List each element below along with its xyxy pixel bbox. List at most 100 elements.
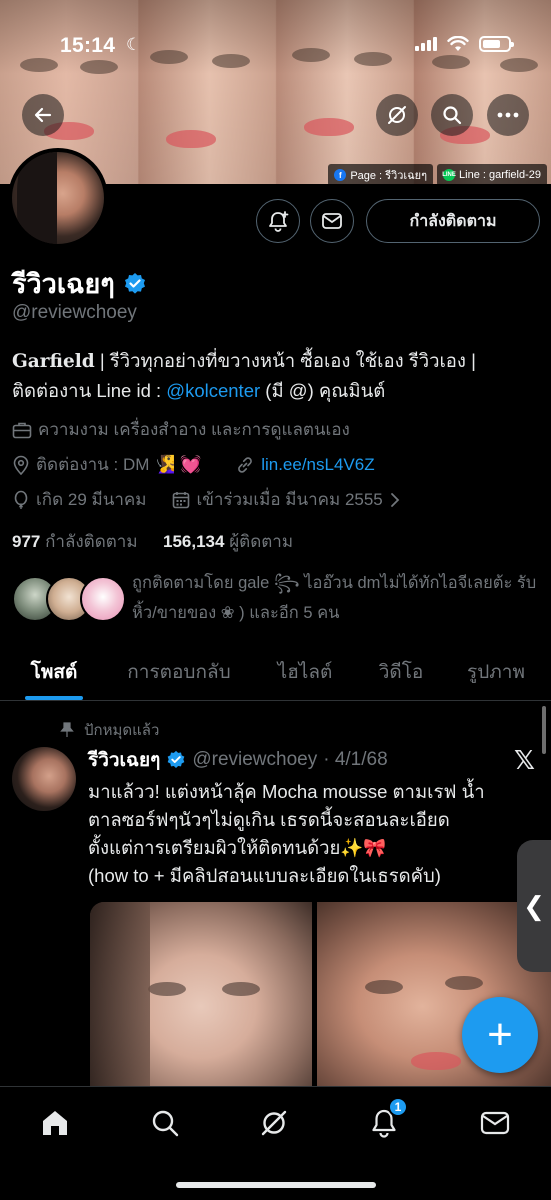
following-button[interactable]: กำลังติดตาม <box>366 199 540 243</box>
post-text-line: ตาลซอร์ฟๆนัวๆไม่ดูเกิน เธรดนี้จะสอนละเอี… <box>88 809 450 830</box>
bio-line-1: Garfield | รีวิวทุกอย่างที่ขวางหน้า ซื้อ… <box>12 346 542 376</box>
status-icons <box>415 36 514 52</box>
tab-highlights[interactable]: ไฮไลต์ <box>250 645 360 700</box>
link-icon <box>238 456 253 473</box>
post-author-name[interactable]: รีวิวเฉยๆ <box>88 745 160 775</box>
home-indicator[interactable] <box>176 1182 376 1188</box>
post-author-avatar[interactable] <box>12 747 76 811</box>
joined-text: เข้าร่วมเมื่อ มีนาคม 2555 <box>196 490 383 509</box>
category-text: ความงาม เครื่องสำอาง และการดูแลตนเอง <box>38 420 350 439</box>
tab-videos[interactable]: วิดีโอ <box>360 645 442 700</box>
banner-photo-detail <box>150 50 188 64</box>
profile-bio: Garfield | รีวิวทุกอย่างที่ขวางหน้า ซื้อ… <box>12 346 542 405</box>
search-icon <box>152 1110 179 1137</box>
bio-mention-link[interactable]: @kolcenter <box>166 380 260 401</box>
more-icon <box>497 112 519 118</box>
line-icon: LINE <box>442 169 456 181</box>
notify-button[interactable] <box>256 199 300 243</box>
back-button[interactable] <box>22 94 64 136</box>
post-image-1[interactable] <box>90 902 312 1092</box>
post-text-line: (how to + มีคลิปสอนแบบละเอียดในเธรดคับ) <box>88 865 441 886</box>
pinned-text: ปักหมุดแล้ว <box>84 722 160 739</box>
bio-name: Garfield <box>12 351 95 372</box>
banner-photo-detail <box>20 58 58 72</box>
banner-photo-detail <box>432 55 470 69</box>
post-text-line: ตั้งแต่การเตรียมผิวให้ติดทนด้วย✨🎀 <box>88 837 387 858</box>
verified-badge-icon <box>124 272 145 294</box>
profile-category: ความงาม เครื่องสำอาง และการดูแลตนเอง <box>12 416 350 443</box>
profile-handle: @reviewchoey <box>12 302 137 323</box>
followed-by-text: ถูกติดตามโดย gale ꧂ ไออ๊วน dmไม่ได้ทักไอ… <box>132 574 537 622</box>
nav-grok[interactable] <box>254 1103 294 1143</box>
scrollbar[interactable] <box>542 706 546 754</box>
image-detail <box>411 1052 461 1070</box>
tab-posts[interactable]: โพสต์ <box>0 645 108 700</box>
nav-home[interactable] <box>35 1103 75 1143</box>
pinned-label: ปักหมุดแล้ว <box>60 718 159 742</box>
arrow-left-icon <box>34 107 52 123</box>
tab-media[interactable]: รูปภาพ <box>442 645 550 700</box>
banner-photo-detail <box>292 48 330 62</box>
banner-tags: f Page : รีวิวเฉยๆ LINE Line : garfield-… <box>328 164 547 184</box>
follow-counts: 977 กำลังติดตาม 156,134 ผู้ติดตาม <box>12 528 293 555</box>
home-icon <box>43 1111 67 1135</box>
bio-text-2: ติดต่องาน Line id : <box>12 380 167 401</box>
bio-text-3: (มี @) คุณมินต์ <box>260 380 386 401</box>
follower-avatar <box>80 576 126 622</box>
wifi-icon <box>447 36 469 51</box>
following-label: กำลังติดตาม <box>45 532 138 551</box>
nav-notifications[interactable]: 1 <box>364 1097 408 1143</box>
location-text: ติดต่องาน : DM 🧏‍♀️ 💓 <box>36 455 202 474</box>
image-detail <box>90 902 150 1092</box>
followers-count-link[interactable]: 156,134 ผู้ติดตาม <box>163 532 293 551</box>
message-button[interactable] <box>310 199 354 243</box>
followers-label: ผู้ติดตาม <box>229 532 294 551</box>
banner-photo-detail <box>354 52 392 66</box>
bio-text-1: | รีวิวทุกอย่างที่ขวางหน้า ซื้อเอง ใช้เอ… <box>94 350 476 371</box>
signal-icon <box>415 37 437 51</box>
battery-icon <box>479 36 514 52</box>
nav-messages[interactable] <box>475 1103 515 1143</box>
pin-icon <box>60 722 74 737</box>
facebook-icon: f <box>334 169 347 181</box>
balloon-icon <box>14 490 28 509</box>
avatar-detail <box>17 152 57 244</box>
tab-replies[interactable]: การตอบกลับ <box>108 645 250 700</box>
image-detail <box>148 982 186 996</box>
grok-icon <box>388 106 406 124</box>
x-logo-icon[interactable]: 𝕏 <box>514 745 535 776</box>
banner-photo-detail <box>500 58 538 72</box>
line-tag-text: Line : garfield-29 <box>459 169 541 181</box>
chevron-right-icon[interactable] <box>389 492 401 508</box>
status-time: 15:14 <box>60 34 116 57</box>
compose-button[interactable]: + <box>462 997 538 1073</box>
post-text-line: มาแล้วว! แต่งหน้าลุ้ค Mocha mousse ตามเร… <box>88 781 485 802</box>
line-tag: LINE Line : garfield-29 <box>437 164 547 184</box>
more-button[interactable] <box>487 94 529 136</box>
facebook-page-tag: f Page : รีวิวเฉยๆ <box>328 164 434 184</box>
post-date: · 4/1/68 <box>323 749 388 770</box>
image-detail <box>365 980 403 994</box>
profile-avatar[interactable] <box>8 148 108 248</box>
briefcase-icon <box>12 422 32 438</box>
nav-search[interactable] <box>145 1103 185 1143</box>
calendar-icon <box>173 491 190 508</box>
profile-tabs: โพสต์ การตอบกลับ ไฮไลต์ วิดีโอ รูปภาพ <box>0 645 551 701</box>
profile-location-row: ติดต่องาน : DM 🧏‍♀️ 💓 lin.ee/nsL4V6Z <box>12 451 375 478</box>
search-button[interactable] <box>431 94 473 136</box>
bio-line-2: ติดต่องาน Line id : @kolcenter (มี @) คุ… <box>12 376 542 405</box>
verified-badge-icon <box>167 750 185 768</box>
notification-badge: 1 <box>388 1097 408 1117</box>
followers-count: 156,134 <box>163 532 225 551</box>
following-count-link[interactable]: 977 กำลังติดตาม <box>12 532 138 551</box>
post-text[interactable]: มาแล้วว! แต่งหน้าลุ้ค Mocha mousse ตามเร… <box>88 778 543 890</box>
search-icon <box>443 106 462 125</box>
post-header: รีวิวเฉยๆ @reviewchoey · 4/1/68 <box>88 745 388 775</box>
envelope-icon <box>322 213 342 229</box>
grok-button[interactable] <box>376 94 418 136</box>
grok-icon <box>261 1110 287 1136</box>
side-panel-handle[interactable]: ❮ <box>517 840 551 972</box>
website-link[interactable]: lin.ee/nsL4V6Z <box>261 455 374 475</box>
banner-photo-detail <box>80 60 118 74</box>
birthday-text: เกิด 29 มีนาคม <box>36 490 147 509</box>
